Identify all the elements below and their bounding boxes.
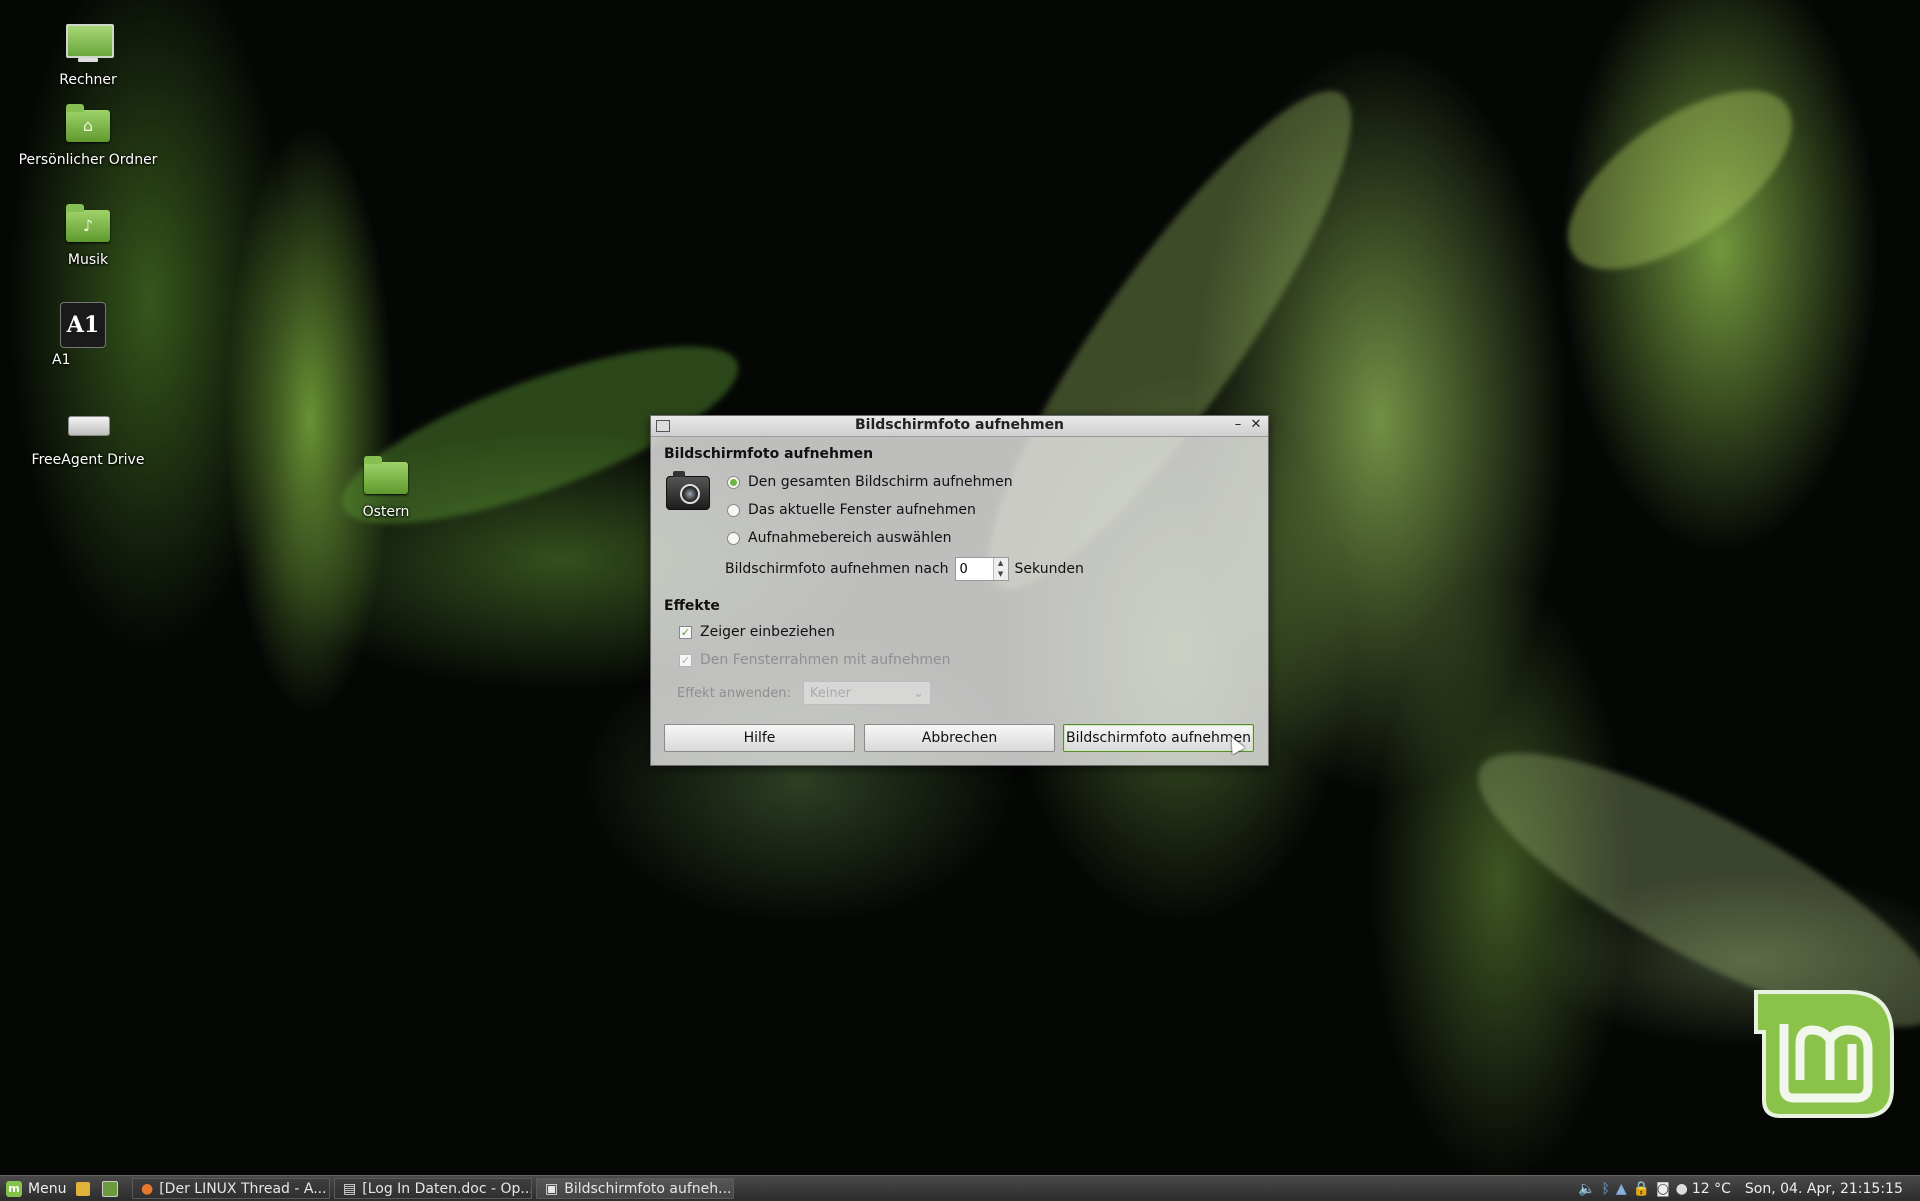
effect-select: Keiner ⌄ xyxy=(802,681,931,705)
network-icon[interactable]: ▲ xyxy=(1616,1181,1627,1197)
task-label: Bildschirmfoto aufneh... xyxy=(564,1180,732,1197)
taskbar-task-document[interactable]: ▤ [Log In Daten.doc - Op... xyxy=(334,1178,532,1199)
take-screenshot-button[interactable]: Bildschirmfoto aufnehmen xyxy=(1063,724,1254,752)
desktop-icon-freeagent[interactable]: FreeAgent Drive xyxy=(18,400,158,468)
checkbox-include-pointer[interactable]: ✓ Zeiger einbeziehen xyxy=(679,622,835,642)
volume-icon[interactable]: 🔈 xyxy=(1578,1181,1595,1197)
terminal-icon[interactable] xyxy=(102,1180,118,1197)
delay-spinner[interactable]: ▲▼ xyxy=(954,557,1009,581)
help-button[interactable]: Hilfe xyxy=(664,724,855,752)
radio-indicator[interactable] xyxy=(727,475,740,489)
menu-label: Menu xyxy=(28,1180,67,1197)
dialog-titlebar[interactable]: Bildschirmfoto aufnehmen – ✕ xyxy=(651,416,1268,437)
desktop-icon-musik[interactable]: ♪ Musik xyxy=(18,200,158,268)
desktop-icon-a1[interactable]: A1 A1 xyxy=(0,300,124,368)
task-label: [Der LINUX Thread - A... xyxy=(159,1180,327,1197)
lock-icon[interactable]: 🔒 xyxy=(1633,1181,1650,1197)
checkbox-include-border: ✓ Den Fensterrahmen mit aufnehmen xyxy=(679,650,951,670)
bluetooth-icon[interactable]: ᛒ xyxy=(1601,1181,1609,1197)
apply-effect-row: Effekt anwenden: Keiner ⌄ xyxy=(677,680,931,706)
desktop-icon-label: FreeAgent Drive xyxy=(31,452,145,468)
home-folder-icon: ⌂ xyxy=(64,100,112,148)
close-icon[interactable]: ✕ xyxy=(1248,417,1264,433)
radio-indicator[interactable] xyxy=(727,531,740,545)
wallpaper-swirl xyxy=(1539,56,1821,304)
desktop-icon-label: Musik xyxy=(67,252,109,268)
delay-input[interactable] xyxy=(955,560,994,578)
desktop-icon-label: Ostern xyxy=(362,504,410,520)
desktop-icon-rechner[interactable]: Rechner xyxy=(18,20,158,88)
section-heading-effects: Effekte xyxy=(664,598,720,614)
radio-whole-screen[interactable]: Den gesamten Bildschirm aufnehmen xyxy=(727,472,1013,492)
taskbar-task-firefox[interactable]: ● [Der LINUX Thread - A... xyxy=(132,1178,330,1199)
checkbox-label: Den Fensterrahmen mit aufnehmen xyxy=(700,652,951,668)
system-tray: 🔈 ᛒ ▲ 🔒 ◙ ● 12 °C Son, 04. Apr, 21:15:15 xyxy=(1578,1176,1903,1201)
desktop-icon-label: Rechner xyxy=(59,72,117,88)
taskbar-task-screenshot[interactable]: ▣ Bildschirmfoto aufneh... xyxy=(536,1178,734,1199)
minimize-icon[interactable]: – xyxy=(1230,417,1246,433)
desktop-icon-ostern[interactable]: Ostern xyxy=(316,452,456,520)
firefox-icon: ● xyxy=(141,1180,154,1197)
desktop-icon-label: A1 xyxy=(52,352,71,368)
screenshot-dialog: Bildschirmfoto aufnehmen – ✕ Bildschirmf… xyxy=(650,415,1269,766)
a1-app-icon: A1 xyxy=(58,300,106,348)
dialog-title: Bildschirmfoto aufnehmen xyxy=(854,417,1065,433)
taskbar: m Menu ● [Der LINUX Thread - A... ▤ [Log… xyxy=(0,1175,1920,1201)
desktop-icon-label: Persönlicher Ordner xyxy=(18,152,158,168)
radio-select-area[interactable]: Aufnahmebereich auswählen xyxy=(727,528,951,548)
weather-temperature[interactable]: 12 °C xyxy=(1692,1181,1731,1197)
mint-menu-icon: m xyxy=(6,1180,22,1197)
radio-label: Das aktuelle Fenster aufnehmen xyxy=(748,502,976,518)
clock[interactable]: Son, 04. Apr, 21:15:15 xyxy=(1745,1181,1903,1197)
desktop-icon-home[interactable]: ⌂ Persönlicher Ordner xyxy=(18,100,158,168)
checkbox-indicator: ✓ xyxy=(679,653,692,667)
radio-label: Den gesamten Bildschirm aufnehmen xyxy=(748,474,1013,490)
checkbox-indicator[interactable]: ✓ xyxy=(679,625,692,639)
menu-button[interactable]: m Menu xyxy=(6,1176,66,1201)
weather-icon[interactable]: ● xyxy=(1676,1181,1688,1197)
camera-icon xyxy=(666,471,710,510)
document-icon: ▤ xyxy=(343,1180,357,1197)
task-label: [Log In Daten.doc - Op... xyxy=(362,1180,532,1197)
delay-label: Bildschirmfoto aufnehmen nach xyxy=(725,561,949,577)
radio-current-window[interactable]: Das aktuelle Fenster aufnehmen xyxy=(727,500,976,520)
radio-label: Aufnahmebereich auswählen xyxy=(748,530,952,546)
cancel-button[interactable]: Abbrechen xyxy=(864,724,1055,752)
spinner-arrows-icon[interactable]: ▲ ▼ xyxy=(992,558,1008,580)
computer-icon xyxy=(64,20,114,68)
effect-select-value: Keiner xyxy=(809,685,851,701)
chevron-down-icon: ⌄ xyxy=(912,685,924,701)
checkbox-label: Zeiger einbeziehen xyxy=(700,624,835,640)
camera-tray-icon[interactable]: ◙ xyxy=(1656,1181,1670,1197)
linux-mint-logo xyxy=(1754,990,1894,1118)
delay-unit: Sekunden xyxy=(1014,561,1084,577)
delay-row: Bildschirmfoto aufnehmen nach ▲▼ Sekunde… xyxy=(725,556,1084,582)
text-editor-icon[interactable] xyxy=(76,1181,90,1196)
quick-launch xyxy=(76,1176,124,1201)
screenshot-icon: ▣ xyxy=(545,1180,559,1197)
apply-effect-label: Effekt anwenden: xyxy=(677,685,791,701)
section-heading-capture: Bildschirmfoto aufnehmen xyxy=(664,446,874,462)
folder-icon xyxy=(362,452,410,500)
music-folder-icon: ♪ xyxy=(64,200,112,248)
drive-icon xyxy=(64,400,112,448)
radio-indicator[interactable] xyxy=(727,503,740,517)
